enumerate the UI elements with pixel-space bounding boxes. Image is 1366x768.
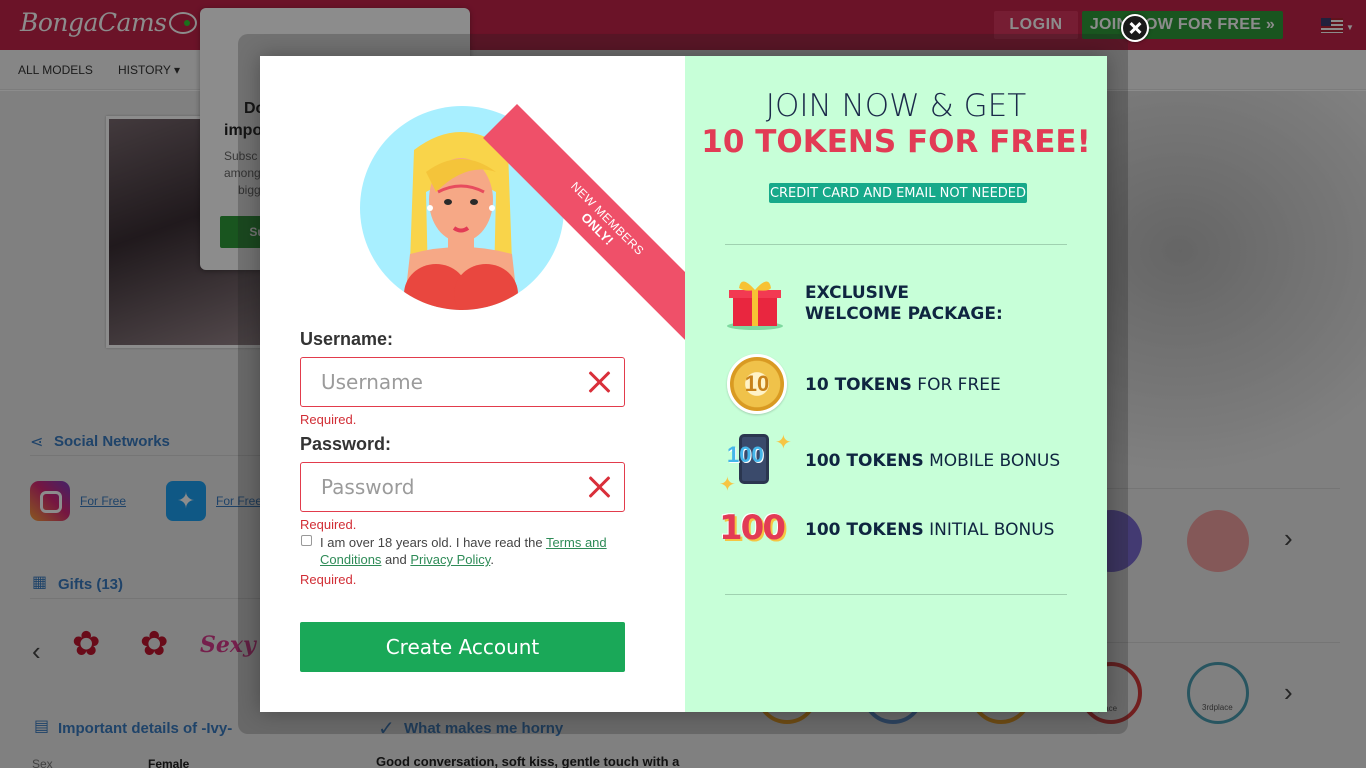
ten-tokens-text: 10 TOKENS FOR FREE [805, 375, 1001, 395]
close-modal-icon[interactable] [1121, 14, 1149, 42]
gift-icon [727, 281, 783, 330]
password-input[interactable] [321, 475, 571, 499]
terms-error: Required. [300, 572, 357, 587]
initial-bonus-text: 100 TOKENS INITIAL BONUS [805, 520, 1055, 540]
mobile-bonus-text: 100 TOKENS MOBILE BONUS [805, 451, 1061, 471]
terms-text: I am over 18 years old. I have read the … [320, 535, 607, 567]
privacy-link[interactable]: Privacy Policy [410, 552, 490, 567]
username-input[interactable] [321, 370, 571, 394]
welcome-package-text: EXCLUSIVE WELCOME PACKAGE: [805, 283, 1003, 324]
signup-form-panel: NEW MEMBERS ONLY! Username: Required. Pa… [260, 56, 685, 712]
promo-panel: JOIN NOW & GET 10 TOKENS FOR FREE! CREDI… [685, 56, 1107, 712]
password-error: Required. [300, 517, 357, 532]
divider [725, 594, 1067, 595]
password-label: Password: [300, 434, 392, 454]
password-field[interactable] [300, 462, 625, 512]
password-error-x-icon [588, 475, 610, 497]
username-label: Username: [300, 329, 394, 349]
username-error-x-icon [588, 370, 610, 392]
mobile-bonus-number: 100 [727, 442, 764, 467]
sparkle-icon: ✦ [775, 432, 792, 454]
divider [725, 244, 1067, 245]
age-terms-checkbox[interactable] [301, 535, 312, 546]
sparkle-icon: ✦ [719, 474, 736, 496]
no-card-badge: CREDIT CARD AND EMAIL NOT NEEDED [769, 183, 1027, 203]
username-field[interactable] [300, 357, 625, 407]
coin-icon: 10 [727, 354, 787, 414]
initial-bonus-icon: 100 [719, 508, 786, 548]
promo-subtitle: 10 TOKENS FOR FREE! [701, 124, 1091, 160]
promo-title: JOIN NOW & GET [765, 88, 1027, 124]
signup-modal: NEW MEMBERS ONLY! Username: Required. Pa… [260, 56, 1107, 712]
create-account-button[interactable]: Create Account [300, 622, 625, 672]
new-members-ribbon: NEW MEMBERS ONLY! [483, 56, 685, 344]
username-error: Required. [300, 412, 357, 427]
